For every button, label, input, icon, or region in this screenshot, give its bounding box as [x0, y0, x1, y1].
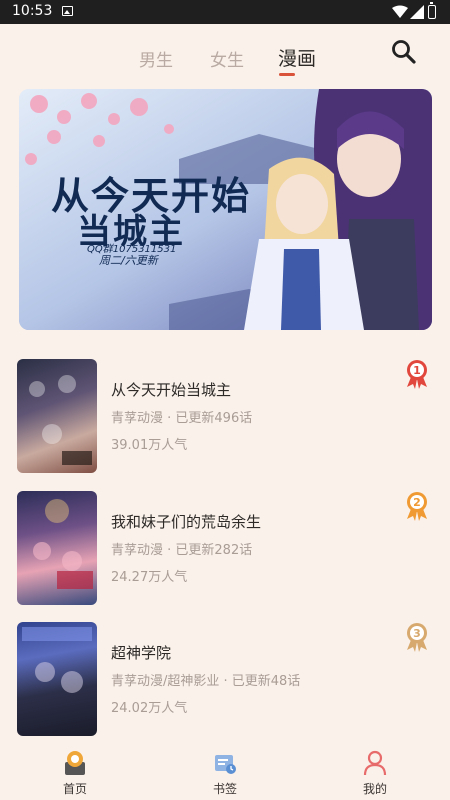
comic-list-item[interactable]: 我和妹子们的荒岛余生 青莩动漫 · 已更新282话 24.27万人气 2 [0, 491, 450, 606]
nav-bookmark[interactable]: 书签 [185, 744, 265, 800]
nav-bookmark-label: 书签 [212, 782, 237, 796]
wifi-icon [392, 5, 408, 18]
active-tab-indicator [279, 73, 295, 76]
comic-cover [17, 491, 97, 605]
comic-popularity: 39.01万人气 [111, 438, 188, 453]
svg-text:3: 3 [413, 627, 421, 640]
tab-girls[interactable]: 女生 [210, 46, 244, 71]
svg-text:2: 2 [413, 496, 421, 509]
signal-icon [410, 5, 424, 19]
search-icon[interactable] [390, 38, 418, 66]
nav-profile-label: 我的 [362, 782, 387, 796]
banner-update-schedule: 周二/六更新 [99, 254, 158, 267]
tab-boys[interactable]: 男生 [139, 46, 173, 71]
tab-comics[interactable]: 漫画 [278, 44, 316, 71]
comic-title: 从今天开始当城主 [111, 381, 232, 399]
featured-banner[interactable]: 从今天开始 当城主 QQ群1075311531 周二/六更新 [19, 89, 432, 330]
comic-meta: 青莩动漫 · 已更新282话 [111, 543, 253, 558]
svg-text:1: 1 [413, 364, 421, 377]
comic-popularity: 24.02万人气 [111, 701, 188, 716]
status-time: 10:53 [12, 3, 53, 19]
rank-2-medal-icon: 2 [407, 492, 427, 521]
bottom-nav: 首页 书签 我的 [0, 744, 450, 800]
category-tabs: 男生 女生 漫画 [0, 40, 450, 76]
status-bar: 10:53 [0, 0, 450, 24]
home-icon [65, 751, 85, 775]
comic-list-item[interactable]: 从今天开始当城主 青莩动漫 · 已更新496话 39.01万人气 1 [0, 359, 450, 474]
comic-title: 超神学院 [111, 644, 172, 662]
rank-1-medal-icon: 1 [407, 360, 427, 389]
battery-icon [428, 2, 436, 19]
comic-meta: 青莩动漫 · 已更新496话 [111, 411, 253, 426]
nav-profile[interactable]: 我的 [335, 744, 415, 800]
comic-title: 我和妹子们的荒岛余生 [111, 513, 262, 531]
comic-cover [17, 622, 97, 736]
bookmark-icon [215, 755, 236, 774]
comic-meta: 青莩动漫/超神影业 · 已更新48话 [111, 674, 301, 689]
gallery-notification-icon [62, 6, 73, 16]
comic-cover [17, 359, 97, 473]
nav-home[interactable]: 首页 [35, 744, 115, 800]
profile-icon [363, 750, 387, 776]
comic-popularity: 24.27万人气 [111, 570, 188, 585]
comic-list-item[interactable]: 超神学院 青莩动漫/超神影业 · 已更新48话 24.02万人气 3 [0, 622, 450, 737]
nav-home-label: 首页 [62, 782, 87, 796]
rank-3-medal-icon: 3 [407, 623, 427, 652]
